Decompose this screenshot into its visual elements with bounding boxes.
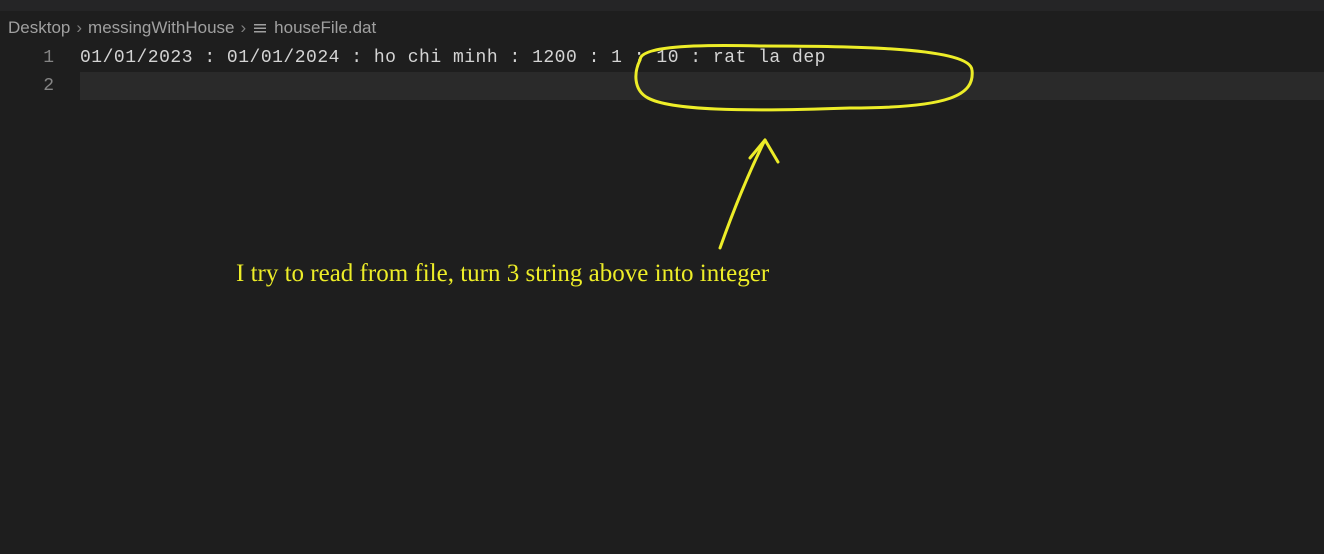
line-number-gutter: 1 2: [0, 44, 80, 100]
file-icon: [252, 20, 268, 36]
chevron-right-icon: ›: [76, 18, 82, 38]
breadcrumb-item-desktop[interactable]: Desktop: [8, 18, 70, 38]
line-number: 2: [0, 72, 54, 100]
code-line[interactable]: 01/01/2023 : 01/01/2024 : ho chi minh : …: [80, 44, 1324, 72]
tab-bar: [0, 0, 1324, 12]
code-line[interactable]: [80, 72, 1324, 100]
breadcrumb-item-folder[interactable]: messingWithHouse: [88, 18, 234, 38]
annotation-arrow-head: [750, 140, 778, 162]
chevron-right-icon: ›: [241, 18, 247, 38]
line-number: 1: [0, 44, 54, 72]
code-editor[interactable]: 1 2 01/01/2023 : 01/01/2024 : ho chi min…: [0, 44, 1324, 100]
annotation-text: I try to read from file, turn 3 string a…: [236, 260, 769, 288]
breadcrumb-item-file[interactable]: houseFile.dat: [274, 18, 376, 38]
annotation-arrow-line: [720, 140, 765, 248]
breadcrumb[interactable]: Desktop › messingWithHouse › houseFile.d…: [0, 12, 1324, 44]
code-area[interactable]: 01/01/2023 : 01/01/2024 : ho chi minh : …: [80, 44, 1324, 100]
